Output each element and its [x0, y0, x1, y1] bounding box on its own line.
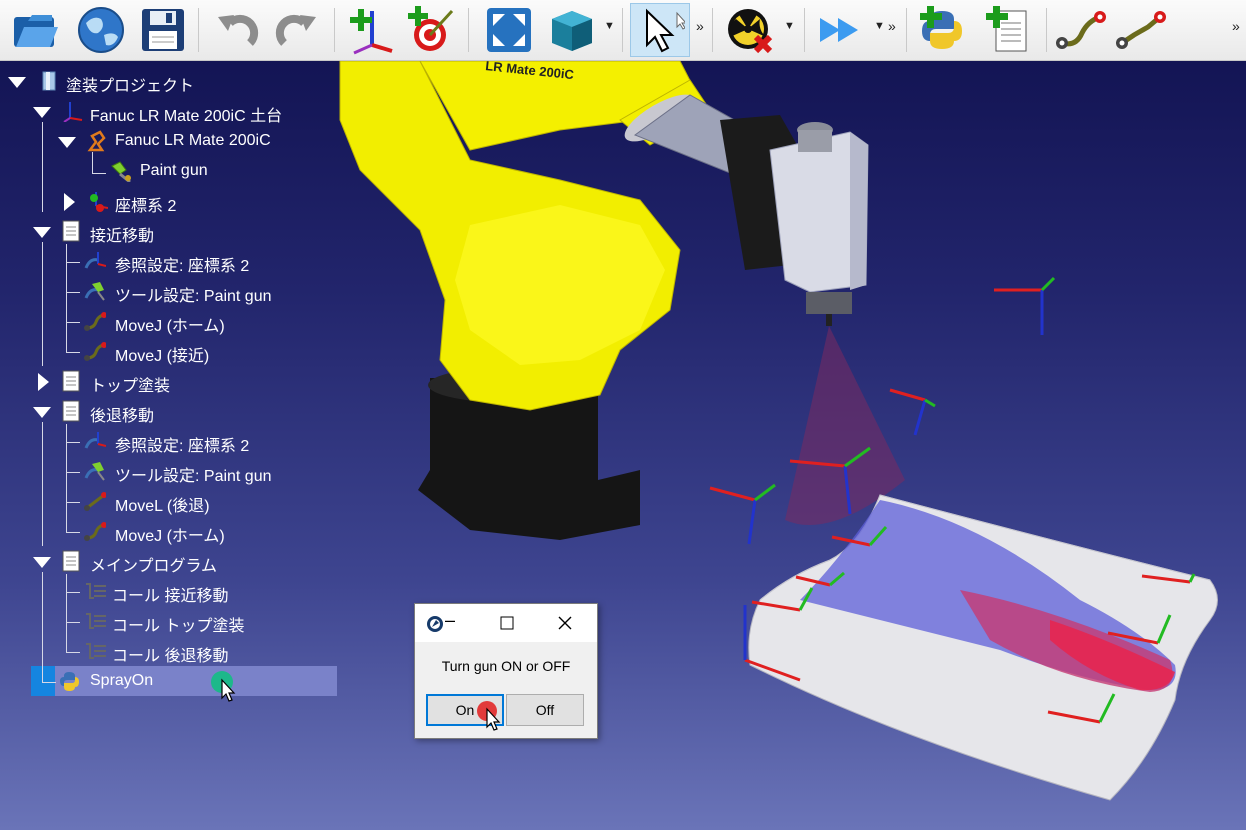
add-target-icon[interactable]	[404, 3, 458, 57]
online-library-icon[interactable]	[74, 3, 128, 57]
expand-toggle[interactable]	[33, 227, 51, 238]
select-pointer-icon[interactable]	[630, 3, 690, 57]
tree-item-movel-retract[interactable]: MoveL (後退)	[115, 492, 210, 516]
tree-item-set-reference[interactable]: 参照設定: 座標系 2	[115, 252, 249, 276]
python-script-icon	[60, 672, 79, 691]
simulation-dropdown-arrow[interactable]: ▼	[874, 20, 885, 32]
tree-item-call-retract[interactable]: コール 後退移動	[112, 642, 228, 666]
tree-item-frame-2[interactable]: 座標系 2	[115, 192, 176, 216]
tree-item-call-top-paint[interactable]: コール トップ塗装	[112, 612, 244, 636]
redo-icon[interactable]	[270, 3, 324, 57]
tree-item-robot-base[interactable]: Fanuc LR Mate 200iC 土台	[90, 102, 282, 126]
spray-dialog: – Turn gun ON or OFF On Off	[414, 603, 598, 739]
move-joint-icon	[84, 312, 106, 331]
main-toolbar: ▼ » ▼ ▼ » »	[0, 0, 1246, 61]
set-tool-icon	[84, 462, 105, 481]
expand-toggle[interactable]	[33, 407, 51, 418]
tree-item-retract-program[interactable]: 後退移動	[90, 402, 154, 426]
dialog-message: Turn gun ON or OFF	[441, 658, 571, 674]
call-program-icon	[86, 643, 106, 659]
dialog-titlebar: –	[415, 604, 597, 642]
mouse-cursor-icon	[211, 671, 236, 702]
tree-item-sprayon[interactable]: SprayOn	[90, 672, 153, 690]
program-icon	[62, 370, 80, 392]
selected-row-marker	[31, 666, 55, 696]
mouse-cursor-icon	[477, 701, 501, 731]
off-button[interactable]: Off	[506, 694, 584, 726]
program-icon	[62, 220, 80, 242]
minimize-button[interactable]: –	[445, 610, 455, 631]
save-icon[interactable]	[136, 3, 190, 57]
tree-item-robot[interactable]: Fanuc LR Mate 200iC	[115, 132, 271, 150]
expand-toggle[interactable]	[33, 107, 51, 118]
undo-icon[interactable]	[210, 3, 264, 57]
robot-icon	[87, 130, 106, 152]
tree-item-movej-approach[interactable]: MoveJ (接近)	[115, 342, 209, 366]
station-icon	[42, 71, 56, 91]
tree-item-set-tool[interactable]: ツール設定: Paint gun	[115, 282, 272, 306]
expand-toggle[interactable]	[33, 557, 51, 568]
view-cube-icon[interactable]	[544, 3, 598, 57]
open-folder-icon[interactable]	[8, 3, 62, 57]
expand-toggle[interactable]	[64, 193, 75, 211]
toolbar-more-1[interactable]: »	[696, 18, 704, 34]
add-python-script-icon[interactable]	[914, 3, 968, 57]
move-linear-icon[interactable]	[1114, 3, 1168, 57]
tree-item-movej-home[interactable]: MoveJ (ホーム)	[115, 522, 225, 546]
maximize-button[interactable]	[500, 616, 514, 630]
collision-dropdown-arrow[interactable]: ▼	[784, 20, 795, 32]
toolbar-more-3[interactable]: »	[1232, 18, 1240, 34]
reference-frame-icon	[63, 102, 83, 122]
robodk-app-icon	[427, 616, 443, 632]
call-program-icon	[86, 583, 106, 599]
tree-item-set-tool[interactable]: ツール設定: Paint gun	[115, 462, 272, 486]
tree-item-paint-gun[interactable]: Paint gun	[140, 162, 208, 180]
close-icon[interactable]	[558, 616, 572, 630]
set-tool-icon	[84, 282, 105, 301]
reference-frame-icon	[90, 192, 108, 212]
add-reference-frame-icon[interactable]	[344, 3, 398, 57]
collision-detection-icon[interactable]	[722, 3, 776, 57]
call-program-icon	[86, 613, 106, 629]
tree-item-movej-home[interactable]: MoveJ (ホーム)	[115, 312, 225, 336]
toolbar-more-2[interactable]: »	[888, 18, 896, 34]
tree-item-top-paint-program[interactable]: トップ塗装	[90, 372, 170, 396]
expand-toggle[interactable]	[8, 77, 26, 88]
fast-simulation-icon[interactable]	[814, 3, 868, 57]
tree-item-call-approach[interactable]: コール 接近移動	[112, 582, 228, 606]
fit-all-icon[interactable]	[482, 3, 536, 57]
move-joint-icon[interactable]	[1054, 3, 1108, 57]
tree-item-approach-program[interactable]: 接近移動	[90, 222, 154, 246]
move-joint-icon	[84, 522, 106, 541]
tree-item-project[interactable]: 塗装プロジェクト	[66, 72, 194, 96]
view-dropdown-arrow[interactable]: ▼	[604, 20, 615, 32]
tree-item-main-program[interactable]: メインプログラム	[90, 552, 217, 576]
tree-item-set-reference[interactable]: 参照設定: 座標系 2	[115, 432, 249, 456]
add-program-icon[interactable]	[982, 3, 1036, 57]
expand-toggle[interactable]	[38, 373, 49, 391]
program-icon	[62, 550, 80, 572]
move-linear-icon	[84, 492, 106, 511]
set-reference-icon	[84, 432, 106, 449]
set-reference-icon	[84, 252, 106, 269]
spray-cone	[785, 326, 905, 525]
move-joint-icon	[84, 342, 106, 361]
program-icon	[62, 400, 80, 422]
tool-icon	[111, 161, 131, 182]
expand-toggle[interactable]	[58, 137, 76, 148]
